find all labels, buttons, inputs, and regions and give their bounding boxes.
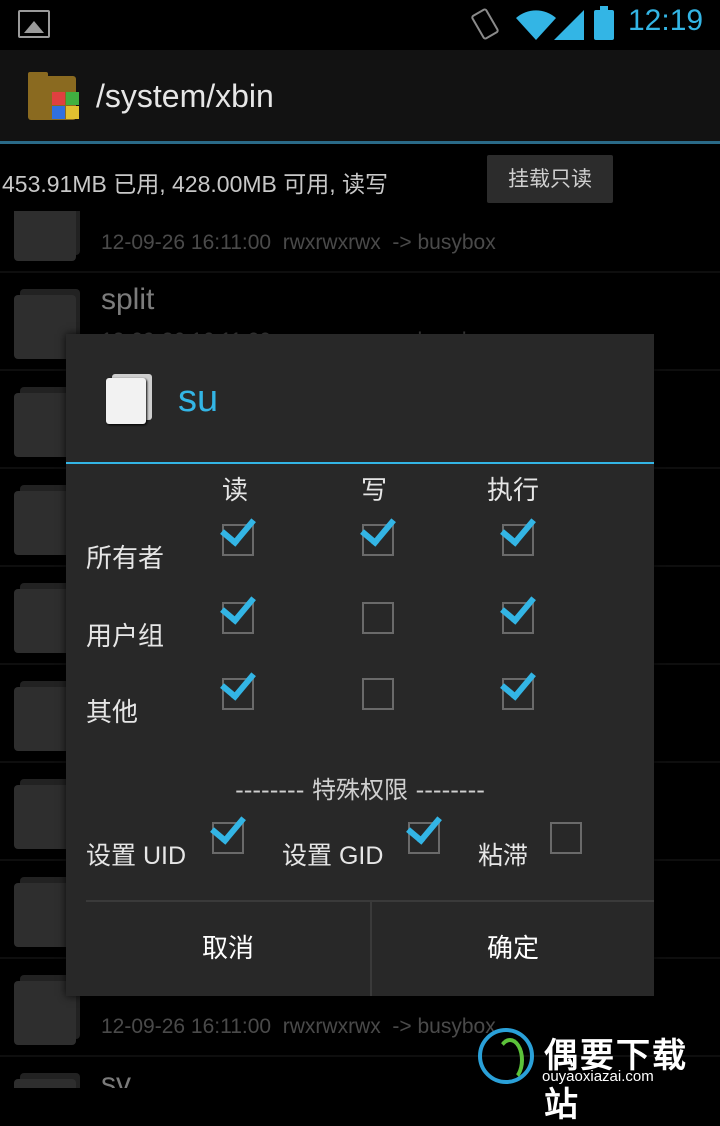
setuid-label: 设置 UID bbox=[86, 842, 187, 870]
vibrate-icon bbox=[470, 7, 500, 41]
special-permissions-header: -------- 特殊权限 -------- bbox=[235, 776, 485, 804]
dialog-title: su bbox=[178, 378, 219, 420]
row-label-owner: 所有者 bbox=[86, 544, 165, 574]
cancel-button[interactable]: 取消 bbox=[86, 902, 370, 996]
ok-button[interactable]: 确定 bbox=[372, 902, 654, 996]
status-bar: 12:19 bbox=[0, 0, 720, 50]
setgid-checkbox[interactable] bbox=[406, 807, 442, 854]
permissions-dialog: su 读 写 执行 所有者 用户组 其他 -------- 特殊权限 -----… bbox=[66, 334, 654, 996]
site-logo-icon bbox=[478, 1028, 534, 1084]
setgid-label: 设置 GID bbox=[282, 842, 384, 870]
storage-usage: 453.91MB 已用, 428.00MB 可用, 读写 bbox=[2, 171, 389, 197]
owner-execute-checkbox[interactable] bbox=[500, 509, 536, 556]
battery-icon bbox=[594, 6, 614, 40]
row-label-others: 其他 bbox=[86, 698, 139, 728]
checkmark-icon bbox=[220, 663, 256, 701]
sticky-checkbox[interactable] bbox=[550, 822, 582, 854]
watermark: 偶要下载站 ouyaoxiazai.com bbox=[478, 1026, 718, 1125]
signal-icon bbox=[554, 10, 584, 40]
others-read-checkbox[interactable] bbox=[220, 663, 256, 710]
checkmark-icon bbox=[220, 587, 256, 625]
checkmark-icon bbox=[220, 509, 256, 547]
group-read-checkbox[interactable] bbox=[220, 587, 256, 634]
checkmark-icon bbox=[500, 509, 536, 547]
checkmark-icon bbox=[500, 663, 536, 701]
folder-app-icon[interactable] bbox=[28, 72, 84, 122]
setuid-checkbox[interactable] bbox=[210, 807, 246, 854]
clock: 12:19 bbox=[628, 4, 704, 37]
mount-readonly-button[interactable]: 挂载只读 bbox=[487, 155, 613, 203]
column-write: 写 bbox=[361, 476, 388, 506]
checkmark-icon bbox=[210, 807, 246, 845]
others-write-checkbox[interactable] bbox=[362, 678, 394, 710]
action-bar: /system/xbin bbox=[0, 50, 720, 144]
group-write-checkbox[interactable] bbox=[362, 602, 394, 634]
checkmark-icon bbox=[360, 509, 396, 547]
watermark-url: ouyaoxiazai.com bbox=[542, 1068, 654, 1085]
current-path: /system/xbin bbox=[96, 78, 274, 114]
dialog-header: su bbox=[66, 334, 654, 464]
owner-read-checkbox[interactable] bbox=[220, 509, 256, 556]
dialog-button-bar: 取消 确定 bbox=[86, 900, 654, 996]
gallery-icon bbox=[18, 10, 50, 38]
checkmark-icon bbox=[406, 807, 442, 845]
sticky-label: 粘滞 bbox=[478, 842, 529, 870]
column-read: 读 bbox=[222, 476, 249, 506]
checkmark-icon bbox=[500, 587, 536, 625]
others-execute-checkbox[interactable] bbox=[500, 663, 536, 710]
storage-info-bar: 453.91MB 已用, 428.00MB 可用, 读写 挂载只读 bbox=[0, 147, 720, 211]
file-icon bbox=[106, 374, 154, 424]
owner-write-checkbox[interactable] bbox=[360, 509, 396, 556]
row-label-group: 用户组 bbox=[86, 622, 165, 652]
column-execute: 执行 bbox=[487, 476, 540, 506]
group-execute-checkbox[interactable] bbox=[500, 587, 536, 634]
